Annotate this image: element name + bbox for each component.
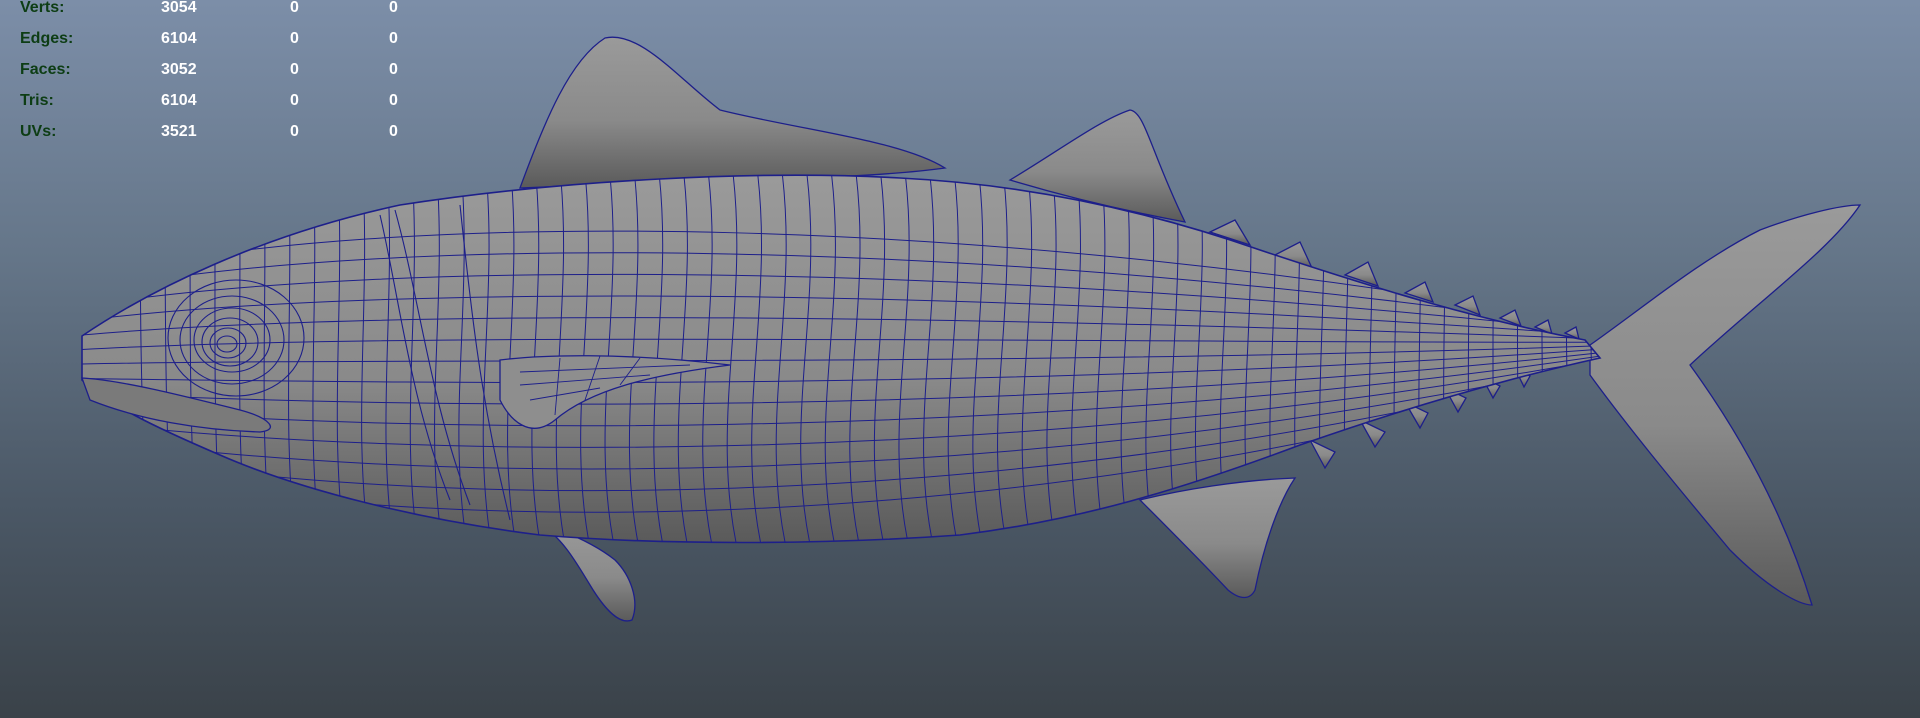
poly-count-hud: Verts: 3054 0 0 Edges: 6104 0 0 Faces: 3052 0 0 Tris… [20, 0, 440, 155]
hud-row: Faces: 3052 0 0 [20, 61, 440, 93]
hud-selected-count: 0 [290, 30, 299, 47]
hud-total-count: 3054 [161, 0, 197, 16]
hud-selected-count: 0 [290, 61, 299, 78]
hud-row: Edges: 6104 0 0 [20, 30, 440, 62]
hud-component-count: 0 [389, 123, 398, 140]
fish-body [81, 174, 1602, 544]
hud-component-count: 0 [389, 30, 398, 47]
hud-row: Verts: 3054 0 0 [20, 0, 440, 31]
hud-component-count: 0 [389, 0, 398, 16]
anal-fin [1138, 477, 1297, 599]
hud-component-count: 0 [389, 92, 398, 109]
hud-total-count: 6104 [161, 92, 197, 109]
hud-total-count: 3052 [161, 61, 197, 78]
hud-stat-label: Tris: [20, 92, 54, 109]
caudal-fin [1589, 204, 1862, 606]
3d-viewport[interactable]: Verts: 3054 0 0 Edges: 6104 0 0 Faces: 3052 0 0 Tris… [0, 0, 1920, 718]
dorsal-fin-front [519, 36, 947, 189]
hud-stat-label: UVs: [20, 123, 57, 140]
hud-stat-label: Verts: [20, 0, 65, 16]
hud-total-count: 3521 [161, 123, 197, 140]
hud-stat-label: Edges: [20, 30, 74, 47]
hud-row: UVs: 3521 0 0 [20, 123, 440, 155]
hud-selected-count: 0 [290, 0, 299, 16]
hud-selected-count: 0 [290, 123, 299, 140]
hud-total-count: 6104 [161, 30, 197, 47]
hud-stat-label: Faces: [20, 61, 71, 78]
hud-component-count: 0 [389, 61, 398, 78]
hud-row: Tris: 6104 0 0 [20, 92, 440, 124]
hud-selected-count: 0 [290, 92, 299, 109]
